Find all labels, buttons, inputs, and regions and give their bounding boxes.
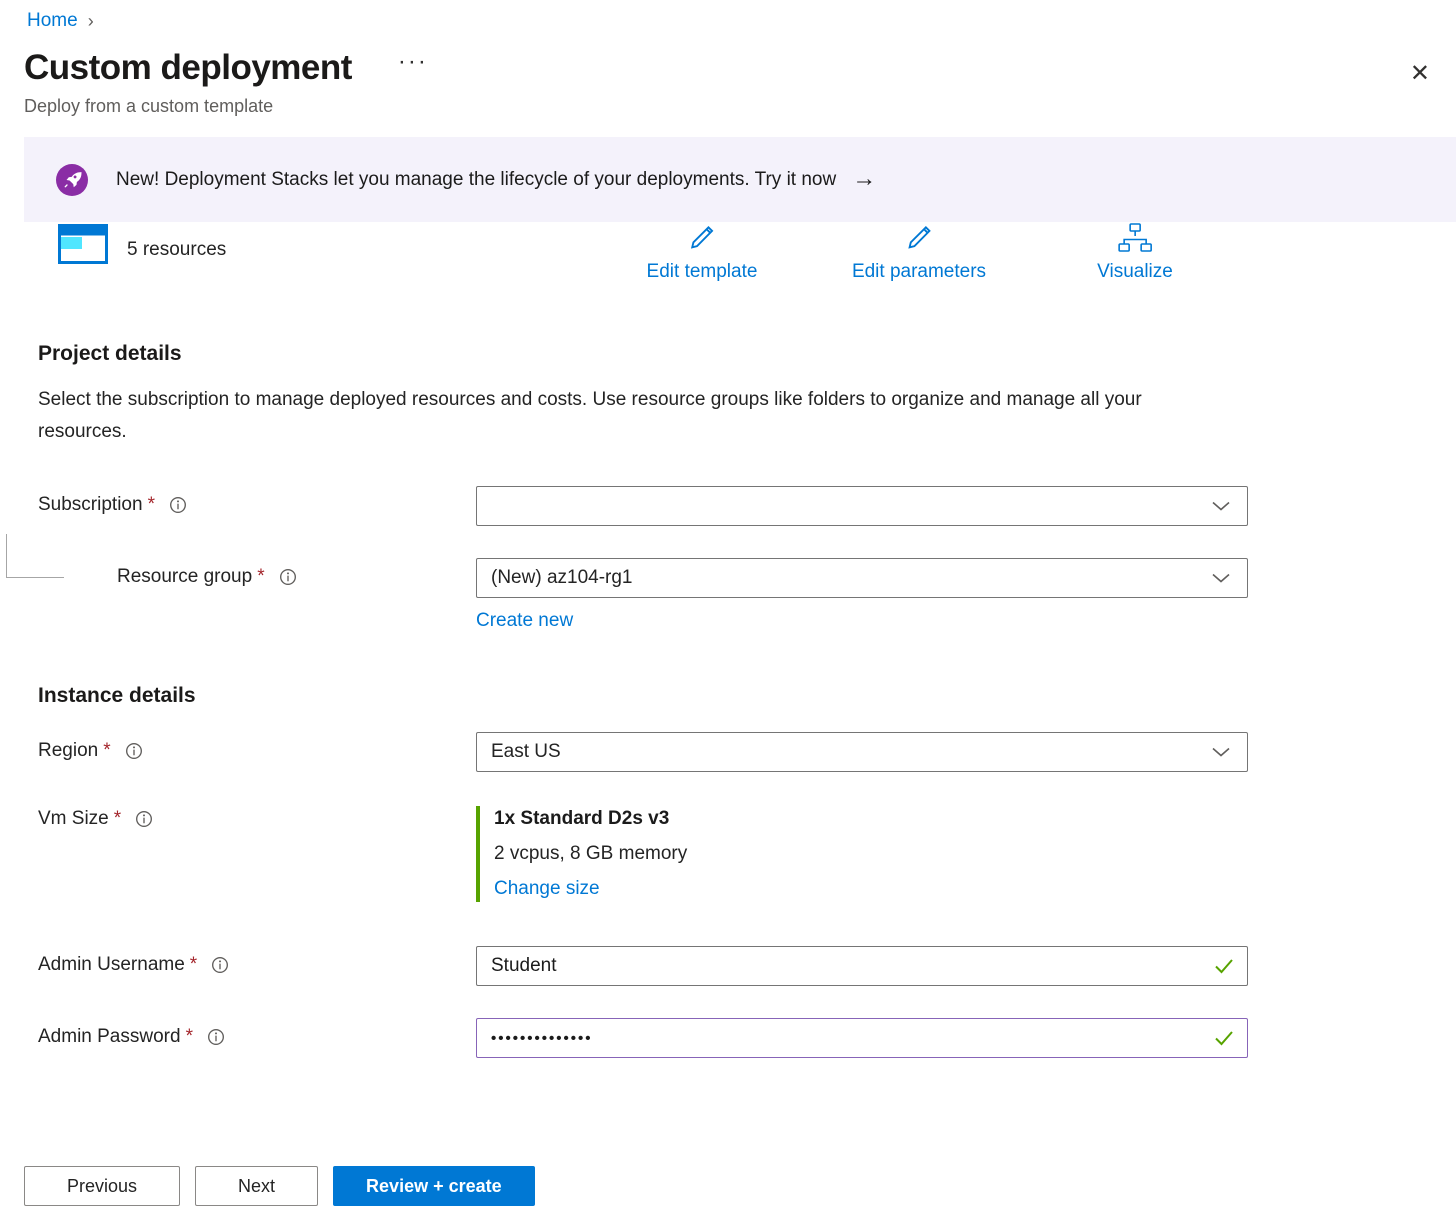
- pencil-icon: [902, 222, 936, 259]
- template-bar: 5 resources Edit template Edit parameter…: [24, 222, 1432, 294]
- admin-password-label-cell: Admin Password *: [38, 1018, 476, 1048]
- more-options-button[interactable]: ···: [398, 48, 428, 76]
- info-icon[interactable]: [125, 742, 143, 760]
- breadcrumb-home-link[interactable]: Home: [27, 10, 78, 32]
- required-mark: *: [257, 566, 264, 588]
- admin-username-label-cell: Admin Username *: [38, 946, 476, 976]
- resource-group-label: Resource group: [117, 566, 252, 588]
- change-size-link[interactable]: Change size: [494, 878, 600, 900]
- region-value: East US: [491, 741, 561, 763]
- region-row: Region * East US: [0, 732, 1456, 772]
- admin-username-row: Admin Username *: [0, 946, 1456, 986]
- create-new-link[interactable]: Create new: [476, 610, 573, 632]
- previous-button[interactable]: Previous: [24, 1166, 180, 1206]
- vm-size-title: 1x Standard D2s v3: [494, 808, 1248, 830]
- page-header: Custom deployment ···: [0, 48, 1456, 88]
- breadcrumb-chevron-icon: ›: [88, 11, 94, 32]
- edit-template-label: Edit template: [647, 261, 758, 283]
- visualize-link[interactable]: Visualize: [1097, 222, 1173, 283]
- resource-group-row: Resource group * (New) az104-rg1 Create …: [0, 558, 1456, 632]
- required-mark: *: [114, 808, 121, 830]
- banner-text: New! Deployment Stacks let you manage th…: [116, 169, 836, 191]
- edit-parameters-label: Edit parameters: [852, 261, 986, 283]
- rocket-icon: [56, 164, 88, 196]
- resource-group-dropdown[interactable]: (New) az104-rg1: [476, 558, 1248, 598]
- edit-parameters-link[interactable]: Edit parameters: [852, 222, 986, 283]
- vm-size-row: Vm Size * 1x Standard D2s v3 2 vcpus, 8 …: [0, 806, 1456, 902]
- chevron-down-icon: [1209, 570, 1233, 586]
- resource-group-value: (New) az104-rg1: [491, 567, 633, 589]
- review-create-button[interactable]: Review + create: [333, 1166, 535, 1206]
- breadcrumb: Home ›: [0, 0, 1456, 32]
- region-label: Region: [38, 740, 98, 762]
- announcement-banner[interactable]: New! Deployment Stacks let you manage th…: [24, 137, 1456, 222]
- required-mark: *: [103, 740, 110, 762]
- admin-username-input[interactable]: [476, 946, 1248, 986]
- subscription-label: Subscription: [38, 494, 143, 516]
- info-icon[interactable]: [279, 568, 297, 586]
- instance-details-heading: Instance details: [0, 684, 1456, 708]
- info-icon[interactable]: [207, 1028, 225, 1046]
- admin-password-row: Admin Password *: [0, 1018, 1456, 1058]
- project-details-heading: Project details: [0, 342, 1456, 366]
- required-mark: *: [190, 954, 197, 976]
- subscription-dropdown[interactable]: [476, 486, 1248, 526]
- resource-count-label: 5 resources: [127, 239, 226, 261]
- region-label-cell: Region *: [38, 732, 476, 762]
- info-icon[interactable]: [211, 956, 229, 974]
- arrow-right-icon[interactable]: →: [852, 165, 876, 193]
- info-icon[interactable]: [169, 496, 187, 514]
- footer-actions: Previous Next Review + create: [24, 1166, 535, 1206]
- required-mark: *: [148, 494, 155, 516]
- hierarchy-connector-line: [6, 534, 64, 578]
- vm-size-selection: 1x Standard D2s v3 2 vcpus, 8 GB memory …: [476, 806, 1248, 902]
- visualize-label: Visualize: [1097, 261, 1173, 283]
- page-subtitle: Deploy from a custom template: [0, 96, 1456, 117]
- project-details-description: Select the subscription to manage deploy…: [0, 384, 1190, 448]
- chevron-down-icon: [1209, 498, 1233, 514]
- custom-deployment-page: Home › Custom deployment ··· ✕ Deploy fr…: [0, 0, 1456, 1219]
- close-icon[interactable]: ✕: [1410, 62, 1430, 86]
- sitemap-icon: [1116, 222, 1154, 259]
- resource-group-label-cell: Resource group *: [38, 558, 476, 588]
- vm-size-label-cell: Vm Size *: [38, 806, 476, 830]
- admin-username-label: Admin Username: [38, 954, 185, 976]
- checkmark-icon: [1213, 956, 1235, 981]
- subscription-label-cell: Subscription *: [38, 486, 476, 516]
- info-icon[interactable]: [135, 810, 153, 828]
- page-title: Custom deployment: [24, 48, 352, 88]
- admin-password-label: Admin Password: [38, 1026, 181, 1048]
- pencil-icon: [685, 222, 719, 259]
- edit-template-link[interactable]: Edit template: [647, 222, 758, 283]
- chevron-down-icon: [1209, 744, 1233, 760]
- admin-password-input[interactable]: [476, 1018, 1248, 1058]
- checkmark-icon: [1213, 1028, 1235, 1053]
- region-dropdown[interactable]: East US: [476, 732, 1248, 772]
- next-button[interactable]: Next: [195, 1166, 318, 1206]
- required-mark: *: [186, 1026, 193, 1048]
- template-icon: [58, 224, 108, 269]
- subscription-row: Subscription *: [0, 486, 1456, 526]
- vm-size-label: Vm Size: [38, 808, 109, 830]
- vm-size-detail: 2 vcpus, 8 GB memory: [494, 843, 1248, 865]
